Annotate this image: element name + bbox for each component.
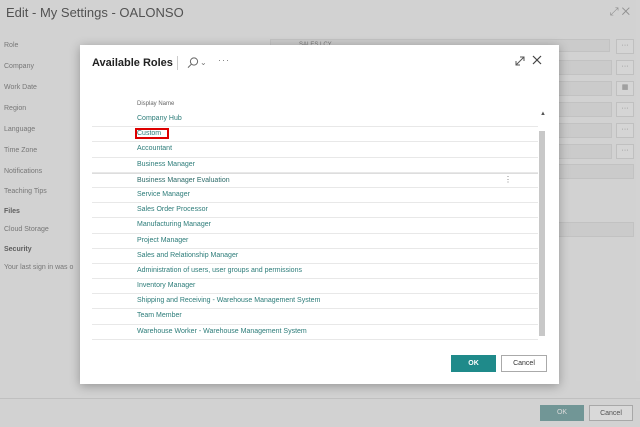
dialog-title: Available Roles: [92, 57, 173, 69]
list-item-selected[interactable]: Business Manager Evaluation ⋮: [92, 172, 538, 188]
column-header-display-name[interactable]: Display Name: [137, 101, 174, 107]
list-item[interactable]: Company Hub: [92, 112, 538, 128]
list-item[interactable]: Sales Order Processor: [92, 203, 538, 219]
role-label[interactable]: Company Hub: [137, 115, 182, 122]
highlight-box: [135, 128, 169, 140]
ok-button[interactable]: OK: [451, 355, 496, 372]
more-options-icon[interactable]: ···: [218, 55, 230, 65]
close-icon[interactable]: [531, 54, 543, 66]
scroll-up-icon[interactable]: ▲: [540, 111, 546, 117]
role-label[interactable]: Business Manager Evaluation: [137, 177, 230, 184]
cancel-button[interactable]: Cancel: [501, 355, 547, 372]
expand-icon[interactable]: [514, 55, 526, 67]
search-icon[interactable]: [186, 56, 200, 70]
row-menu-icon[interactable]: ⋮: [504, 175, 512, 184]
role-label[interactable]: Business Manager: [137, 161, 195, 168]
roles-list: Company Hub Custom Accountant Business M…: [92, 112, 538, 340]
role-label[interactable]: Warehouse Worker - Warehouse Management …: [137, 328, 307, 335]
role-label[interactable]: Manufacturing Manager: [137, 221, 211, 228]
scrollbar-thumb[interactable]: [539, 131, 545, 336]
list-item[interactable]: Accountant: [92, 142, 538, 158]
list-item[interactable]: Team Member: [92, 309, 538, 325]
role-label[interactable]: Accountant: [137, 145, 172, 152]
list-item[interactable]: Service Manager: [92, 188, 538, 204]
list-item[interactable]: Business Manager: [92, 158, 538, 173]
title-separator: [177, 56, 178, 70]
role-label[interactable]: Sales and Relationship Manager: [137, 252, 238, 259]
list-item[interactable]: Custom: [92, 127, 538, 143]
chevron-down-icon[interactable]: ⌄: [200, 58, 207, 67]
role-label[interactable]: Administration of users, user groups and…: [137, 267, 302, 274]
role-label[interactable]: Inventory Manager: [137, 282, 195, 289]
role-label[interactable]: Shipping and Receiving - Warehouse Manag…: [137, 297, 320, 304]
available-roles-dialog: Available Roles ⌄ ··· Display Name Compa…: [80, 45, 559, 384]
list-item[interactable]: Manufacturing Manager: [92, 218, 538, 234]
role-label[interactable]: Service Manager: [137, 191, 190, 198]
list-item[interactable]: Sales and Relationship Manager: [92, 249, 538, 264]
list-item[interactable]: Shipping and Receiving - Warehouse Manag…: [92, 294, 538, 310]
role-label[interactable]: Sales Order Processor: [137, 206, 208, 213]
role-label[interactable]: Project Manager: [137, 237, 188, 244]
list-item[interactable]: Warehouse Worker - Warehouse Management …: [92, 325, 538, 340]
list-item[interactable]: Administration of users, user groups and…: [92, 264, 538, 280]
list-item[interactable]: Inventory Manager: [92, 279, 538, 295]
role-label[interactable]: Team Member: [137, 312, 182, 319]
list-item[interactable]: Project Manager: [92, 234, 538, 249]
